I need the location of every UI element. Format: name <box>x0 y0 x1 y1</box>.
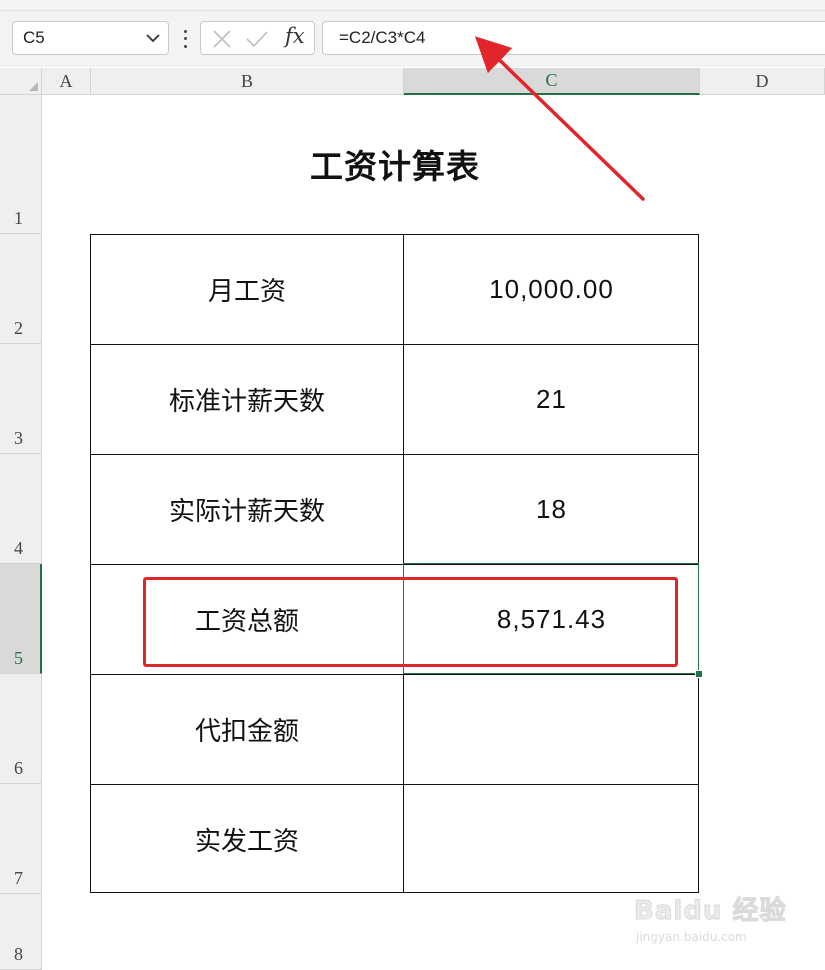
cell-c3[interactable]: 21 <box>404 345 699 454</box>
cell-b3[interactable]: 标准计薪天数 <box>91 345 403 454</box>
close-icon[interactable] <box>211 29 233 49</box>
column-header-c[interactable]: C <box>404 68 700 95</box>
row-header-1[interactable]: 1 <box>0 95 42 234</box>
row-header-3[interactable]: 3 <box>0 344 42 454</box>
cell-c7[interactable] <box>404 785 699 893</box>
cell-b2[interactable]: 月工资 <box>91 235 403 344</box>
chevron-down-icon[interactable] <box>146 33 160 43</box>
row-header-2[interactable]: 2 <box>0 234 42 344</box>
watermark-brand: Baidu 经验 <box>633 896 787 927</box>
row-header-8[interactable]: 8 <box>0 894 42 970</box>
cell-b6[interactable]: 代扣金额 <box>91 675 403 784</box>
row-header-5[interactable]: 5 <box>0 564 42 674</box>
fill-handle[interactable] <box>695 670 703 678</box>
more-options-icon[interactable] <box>179 28 191 50</box>
cell-b4[interactable]: 实际计薪天数 <box>91 455 403 564</box>
column-header-b[interactable]: B <box>91 68 404 95</box>
row-header-7[interactable]: 7 <box>0 784 42 894</box>
cell-b7[interactable]: 实发工资 <box>91 785 403 893</box>
watermark: Baidu 经验 jingyan.baidu.com <box>630 878 790 948</box>
sheet-title: 工资计算表 <box>310 147 480 186</box>
formula-input[interactable]: =C2/C3*C4 <box>322 21 825 55</box>
select-all-corner[interactable] <box>0 68 42 95</box>
cell-c4[interactable]: 18 <box>404 455 699 564</box>
cell-c2[interactable]: 10,000.00 <box>404 235 699 344</box>
cell-c6[interactable] <box>404 675 699 784</box>
formula-actions: fx <box>200 21 315 55</box>
row-header-6[interactable]: 6 <box>0 674 42 784</box>
column-header-d[interactable]: D <box>700 68 825 95</box>
name-box[interactable]: C5 <box>12 21 169 55</box>
ribbon-strip <box>0 0 825 11</box>
insert-function-button[interactable]: fx <box>285 24 305 48</box>
highlight-box <box>143 577 678 667</box>
formula-text: =C2/C3*C4 <box>339 28 426 47</box>
name-box-value: C5 <box>23 28 45 47</box>
column-header-a[interactable]: A <box>42 68 91 95</box>
watermark-url: jingyan.baidu.com <box>636 930 747 944</box>
check-icon[interactable] <box>245 29 269 49</box>
row-header-4[interactable]: 4 <box>0 454 42 564</box>
